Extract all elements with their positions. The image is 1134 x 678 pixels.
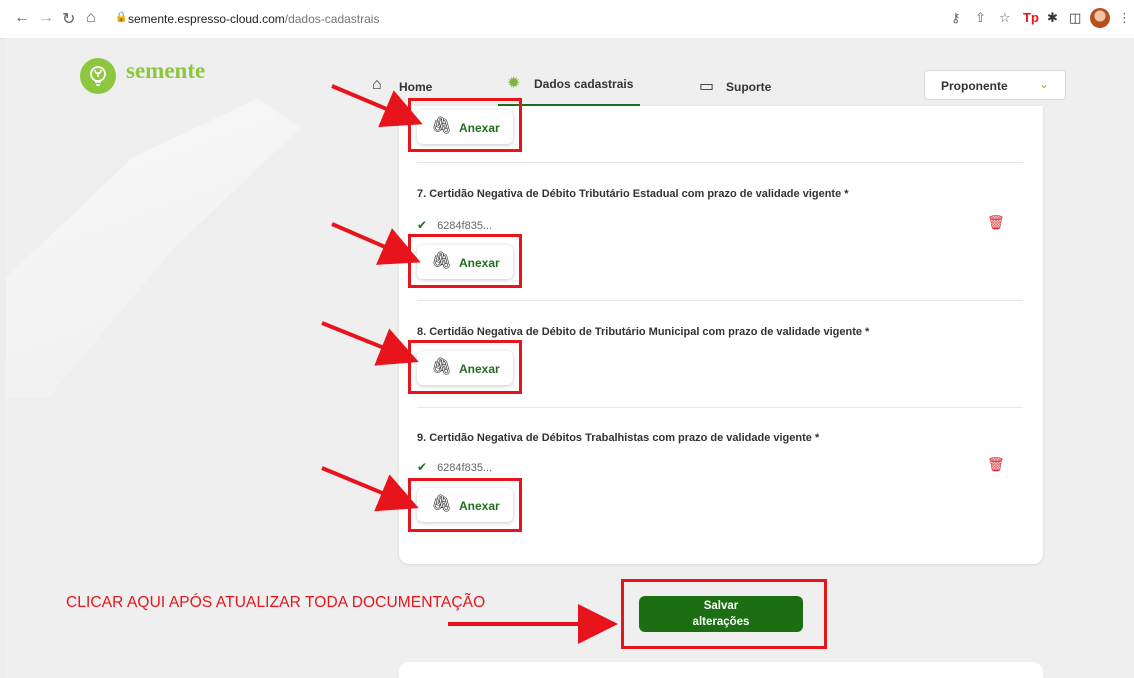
annotation-arrow — [321, 321, 419, 366]
annotation-arrow — [321, 466, 419, 512]
profile-avatar[interactable] — [1090, 8, 1110, 28]
url-host: semente.espresso-cloud.com — [128, 12, 285, 26]
reload-icon[interactable]: ↻ — [62, 9, 75, 29]
share-icon[interactable]: ⇧ — [975, 10, 986, 26]
key-icon[interactable]: ⚷ — [951, 10, 961, 26]
forward-arrow-icon[interactable]: → — [38, 9, 54, 27]
url-path: /dados-cadastrais — [284, 12, 380, 26]
lock-icon: 🔒 — [115, 12, 128, 23]
annotation-arrow — [331, 84, 423, 128]
annotation-arrow — [331, 222, 421, 265]
annotation-arrows — [321, 84, 618, 644]
sidepanel-icon[interactable]: ◫ — [1069, 10, 1081, 26]
home-icon[interactable]: ⌂ — [86, 9, 96, 27]
back-arrow-icon[interactable]: ← — [14, 9, 30, 27]
extension-tp-icon[interactable]: Tp — [1023, 10, 1039, 25]
browser-toolbar: ← → ↻ ⌂ 🔒 semente.espresso-cloud.com/dad… — [0, 0, 1134, 39]
star-icon[interactable]: ☆ — [999, 10, 1011, 26]
puzzle-icon[interactable]: ✱ — [1047, 10, 1058, 26]
address-bar[interactable]: semente.espresso-cloud.com/dados-cadastr… — [128, 12, 379, 26]
menu-dots-icon[interactable]: ⋮ — [1118, 10, 1131, 26]
page: semente ⌂ Home ✹ Dados cadastrais ▭ Supo… — [6, 38, 1134, 678]
